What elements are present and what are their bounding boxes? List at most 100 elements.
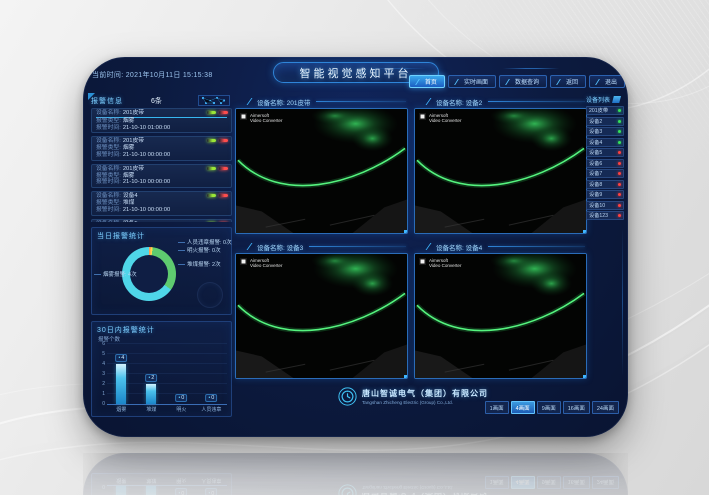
company-text: 唐山智诚电气（集团）有限公司 Tangshan Zhicheng Electri… [362,388,488,405]
video-feed[interactable]: AimersoftVideo Converter [235,108,408,234]
video-panel-header: 设备名称: 设备4 [414,240,587,253]
unhandled-indicator[interactable] [219,194,228,197]
watermark-logo-icon [240,258,247,265]
watermark-text: AimersoftVideo Converter [429,113,461,123]
online-dot [618,120,621,123]
device-list-item[interactable]: 设备10 [586,201,624,210]
layout-button-16画面[interactable]: 16画面 [563,401,590,414]
device-list-item[interactable]: 设备6 [586,159,624,168]
alarm-time-row: 报警时间:21-10-10 00:00:00 [96,179,227,186]
nav-button-0[interactable]: 首页 [409,75,445,88]
unhandled-indicator[interactable] [219,111,228,114]
device-name: 设备7 [589,170,602,177]
alarm-card[interactable]: 设备名称:201皮带报警类型:烟雾报警时间:21-10-10 01:00:00 [91,108,232,133]
alarm-type-value: 烟雾 [123,145,135,151]
bar-value: 0 [205,394,217,402]
donut-legend-item: 明火报警: 0次 [178,246,221,254]
donut-legend-item: 烟雾报警: 4次 [94,270,137,278]
top-nav: 首页实时画面数据查询返回退出 [409,75,625,88]
device-list-item[interactable]: 设备5 [586,148,624,157]
page-title: 智能视觉感知平台 [300,65,412,81]
bar [116,364,126,404]
handled-indicator[interactable] [207,167,216,170]
device-list-item[interactable]: 设备123 [586,211,624,220]
device-list-item[interactable]: 设备2 [586,117,624,126]
alarm-card[interactable]: 设备名称:201皮带报警类型:烟雾报警时间:21-10-10 00:00:00 [91,164,232,188]
device-list-item[interactable]: 设备8 [586,180,624,189]
alarm-device-label: 设备名称: [96,166,121,172]
nav-button-1[interactable]: 实时画面 [448,75,496,88]
offline-dot [618,162,621,165]
handled-indicator[interactable] [207,139,216,142]
alarm-panel-title: 报警信息 [91,96,123,106]
video-panel-header: 设备名称: 设备3 [235,240,408,253]
bar-category-label: 烟雾 [116,406,126,413]
video-panel: 设备名称: 设备4AimersoftVideo Converter [414,240,587,379]
header-slash-decor [426,243,436,250]
video-panel-title: 设备名称: 设备4 [436,242,482,252]
watermark-logo-icon [419,258,426,265]
handled-indicator[interactable] [207,111,216,114]
alarm-card[interactable]: 设备名称:设备4报警类型:堆煤报警时间:21-10-10 00:00:00 [91,191,232,215]
alarm-device-label: 设备名称: [96,110,121,116]
alarm-device-value: 201皮带 [123,138,144,144]
alarm-card[interactable]: 设备名称:设备5报警类型:烟雾报警时间:21-10-10 00:00:00 [91,219,232,222]
header-line-decor [309,246,406,247]
alarm-card[interactable]: 设备名称:201皮带报警类型:烟雾报警时间:21-10-10 00:00:00 [91,136,232,160]
nav-button-3[interactable]: 返回 [550,75,586,88]
video-scene [415,109,586,233]
video-panel-header: 设备名称: 设备2 [414,95,587,108]
alarm-list: 设备名称:201皮带报警类型:烟雾报警时间:21-10-10 01:00:00设… [91,108,232,222]
y-tick: 1 [102,391,105,397]
video-scene [236,109,407,233]
device-list-item[interactable]: 设备4 [586,138,624,147]
alarm-device-value: 201皮带 [123,110,144,116]
video-feed[interactable]: AimersoftVideo Converter [235,253,408,379]
device-list-tab[interactable] [612,96,621,103]
screen-layout-switcher: 1画面4画面9画面16画面24画面 [485,401,619,414]
alarm-device-label: 设备名称: [96,193,121,199]
header-slash-decor [247,243,257,250]
bar-column: 2堆煤 [137,344,166,404]
handled-indicator[interactable] [207,194,216,197]
device-list-item[interactable]: 201皮带 [586,106,624,115]
today-alarm-panel: 当日报警统计 人员违章报警: 0次明火报警: 0次堆煤报警: 2次烟雾报警: 4… [91,227,232,315]
device-list-item[interactable]: 设备7 [586,169,624,178]
video-panel-title: 设备名称: 设备3 [257,242,303,252]
network-nodes-icon [198,95,230,106]
y-tick: 4 [102,361,105,367]
alarm-type-label: 报警类型: [96,145,121,151]
layout-button-4画面[interactable]: 4画面 [511,401,535,414]
video-scene [236,254,407,378]
device-name: 设备2 [589,118,602,125]
unhandled-indicator[interactable] [219,139,228,142]
video-feed[interactable]: AimersoftVideo Converter [414,253,587,379]
unhandled-indicator[interactable] [219,167,228,170]
bar-value: 2 [145,374,157,382]
alarm-type-label: 报警类型: [96,118,121,124]
watermark-line2: Video Converter [250,263,282,268]
bar-category-label: 堆煤 [146,406,156,413]
watermark-logo-icon [240,113,247,120]
layout-button-1画面[interactable]: 1画面 [485,401,509,414]
alarm-time-label: 报警时间: [96,207,121,213]
offline-dot [618,204,621,207]
device-name: 设备9 [589,191,602,198]
video-scene [415,254,586,378]
layout-button-9画面[interactable]: 9画面 [537,401,561,414]
device-list-item[interactable]: 设备3 [586,127,624,136]
online-dot [618,130,621,133]
alarm-time-value: 21-10-10 00:00:00 [123,152,170,158]
alarm-time-row: 报警时间:21-10-10 00:00:00 [96,207,227,214]
alarm-type-row: 报警类型:堆煤 [96,200,227,207]
layout-button-24画面[interactable]: 24画面 [592,401,619,414]
device-list-item[interactable]: 设备9 [586,190,624,199]
nav-button-2[interactable]: 数据查询 [499,75,547,88]
offline-dot [618,183,621,186]
nav-button-4[interactable]: 退出 [589,75,625,88]
video-feed[interactable]: AimersoftVideo Converter [414,108,587,234]
device-list: 201皮带设备2 设备3 设备4设备5 设备6 设备7 设备8 设备9 设备10设备123 [586,106,624,220]
header-line-decor [488,246,585,247]
y-tick: 6 [102,341,105,347]
video-panel-title: 设备名称: 设备2 [436,97,482,107]
